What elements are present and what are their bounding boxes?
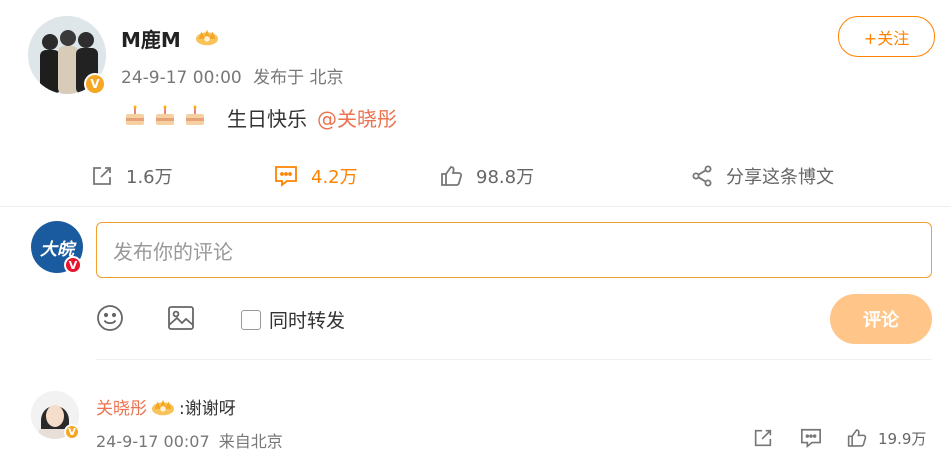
follow-button[interactable]: +关注 xyxy=(838,16,935,57)
submit-comment-button[interactable]: 评论 xyxy=(830,294,932,344)
thumbs-up-icon xyxy=(441,166,463,186)
emoji-button[interactable] xyxy=(96,304,124,336)
crown-icon xyxy=(151,397,175,417)
crown-icon xyxy=(195,27,219,47)
comment-like-count: 19.9万 xyxy=(878,429,927,448)
cake-icon xyxy=(153,104,177,132)
emoji-icon xyxy=(97,305,123,331)
image-icon xyxy=(168,306,194,330)
share-button[interactable]: 分享这条博文 xyxy=(690,163,834,189)
comment-source: 来自北京 xyxy=(218,432,283,451)
repost-count: 1.6万 xyxy=(126,167,173,188)
comment-time: 24-9-17 00:07 xyxy=(96,432,210,451)
comment-repost-button[interactable] xyxy=(752,427,774,453)
share-icon xyxy=(692,165,712,187)
repost-checkbox[interactable] xyxy=(241,309,261,330)
share-label: 分享这条博文 xyxy=(726,167,834,188)
cake-icon xyxy=(183,104,207,132)
post-meta: 24-9-17 00:00 发布于 北京 xyxy=(121,63,344,88)
like-count: 98.8万 xyxy=(476,167,535,188)
comment-text: :谢谢呀 xyxy=(179,399,236,419)
commenter-name[interactable]: 关晓彤 xyxy=(96,394,147,419)
comment-icon xyxy=(801,428,821,448)
comment-input-placeholder: 发布你的评论 xyxy=(113,239,233,264)
cake-icon xyxy=(123,104,147,132)
verified-badge-icon: V xyxy=(64,424,80,440)
post-source: 发布于 北京 xyxy=(253,68,344,88)
like-button[interactable]: 98.8万 xyxy=(439,163,534,189)
verified-badge-icon: V xyxy=(64,256,82,274)
verified-badge-icon: V xyxy=(84,73,106,95)
divider xyxy=(0,206,951,207)
repost-checkbox-row[interactable]: 同时转发 xyxy=(241,306,345,333)
thumbs-up-icon xyxy=(847,429,867,447)
author-name[interactable]: M鹿M xyxy=(121,24,181,53)
comment-icon xyxy=(275,166,297,187)
comment-button[interactable]: 4.2万 xyxy=(273,163,358,189)
comment-input[interactable]: 发布你的评论 xyxy=(96,222,932,278)
comment-content: 关晓彤 :谢谢呀 xyxy=(96,394,236,419)
divider xyxy=(96,359,932,360)
post-text: 生日快乐 xyxy=(227,107,307,131)
image-button[interactable] xyxy=(167,305,195,335)
comment-reply-button[interactable] xyxy=(799,427,823,453)
post-content: 生日快乐 @关晓彤 xyxy=(123,103,397,132)
repost-button[interactable]: 1.6万 xyxy=(90,163,173,189)
mention-link[interactable]: @关晓彤 xyxy=(317,103,397,132)
post-time: 24-9-17 00:00 xyxy=(121,68,242,88)
repost-icon xyxy=(93,167,111,185)
repost-checkbox-label: 同时转发 xyxy=(269,310,346,332)
comment-count: 4.2万 xyxy=(311,167,358,188)
repost-icon xyxy=(754,429,772,447)
comment-meta: 24-9-17 00:07 来自北京 xyxy=(96,428,283,452)
comment-like-button[interactable]: 19.9万 xyxy=(846,427,926,449)
